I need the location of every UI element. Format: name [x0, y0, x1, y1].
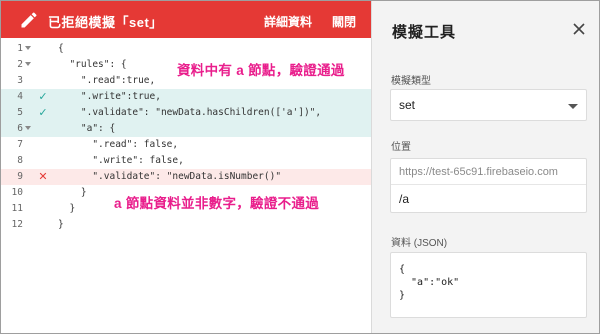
data-json-value: { "a":"ok" }: [399, 264, 460, 301]
simulation-result-bar: 已拒絕模擬「set」 詳細資料 關閉: [1, 1, 371, 38]
line-number: 5: [17, 107, 23, 118]
line-number: 11: [11, 203, 23, 214]
code-text: }: [58, 219, 64, 230]
line-number: 6: [17, 123, 23, 134]
fold-toggle-icon[interactable]: [25, 126, 31, 130]
pencil-icon: [21, 12, 37, 28]
line-number: 9: [17, 171, 23, 182]
code-text: }: [58, 187, 87, 198]
close-result-button[interactable]: 關閉: [332, 13, 356, 30]
simulation-status-title: 已拒絕模擬「set」: [48, 15, 163, 30]
code-text: }: [58, 203, 76, 214]
chevron-down-icon: [568, 104, 578, 109]
line-number: 1: [17, 43, 23, 54]
location-url-prefix: https://test-65c91.firebaseio.com: [399, 166, 558, 178]
code-line: 7 ".read": false,: [1, 137, 371, 153]
cross-icon: ✕: [38, 171, 48, 183]
divider: [391, 184, 586, 185]
code-line-passed: 6 "a": {: [1, 121, 371, 137]
app-frame: 已拒絕模擬「set」 詳細資料 關閉 1 { 2 "rules": { 3 ".…: [0, 0, 600, 334]
fold-toggle-icon[interactable]: [25, 46, 31, 50]
fail-annotation: a 節點資料並非數字，驗證不通過: [114, 196, 320, 211]
data-json-editor[interactable]: { "a":"ok" }: [390, 252, 587, 318]
line-number: 12: [11, 219, 23, 230]
data-json-label: 資料 (JSON): [391, 238, 448, 249]
code-text: ".read":true,: [58, 75, 156, 86]
line-number: 3: [17, 75, 23, 86]
code-text: ".validate": "newData.hasChildren(['a'])…: [58, 107, 322, 118]
simulation-type-value: set: [399, 98, 416, 112]
location-path-value: /a: [399, 192, 410, 206]
location-field[interactable]: https://test-65c91.firebaseio.com /a: [390, 158, 587, 213]
code-text: "rules": {: [58, 59, 127, 70]
pass-annotation: 資料中有 a 節點，驗證通過: [177, 63, 345, 78]
check-icon: ✓: [38, 107, 48, 119]
location-label: 位置: [391, 142, 411, 153]
simulation-type-label: 模擬類型: [391, 76, 431, 87]
code-line-passed: 4 ✓ ".write":true,: [1, 89, 371, 105]
code-line: 8 ".write": false,: [1, 153, 371, 169]
code-text: "a": {: [58, 123, 116, 134]
line-number: 2: [17, 59, 23, 70]
line-number: 8: [17, 155, 23, 166]
simulator-panel: 模擬工具 模擬類型 set 位置 https://test-65c91.fire…: [371, 1, 599, 333]
line-number: 4: [17, 91, 23, 102]
code-line-failed: 9 ✕ ".validate": "newData.isNumber()": [1, 169, 371, 185]
rules-editor-panel: 已拒絕模擬「set」 詳細資料 關閉 1 { 2 "rules": { 3 ".…: [1, 1, 371, 333]
code-editor[interactable]: 1 { 2 "rules": { 3 ".read":true, 4 ✓ ".w…: [1, 38, 371, 333]
check-icon: ✓: [38, 91, 48, 103]
details-button[interactable]: 詳細資料: [264, 13, 312, 30]
code-text: ".write":true,: [58, 91, 161, 102]
code-line-passed: 5 ✓ ".validate": "newData.hasChildren(['…: [1, 105, 371, 121]
line-number: 7: [17, 139, 23, 150]
close-icon[interactable]: [571, 21, 587, 37]
code-text: {: [58, 43, 64, 54]
code-line: 1 {: [1, 41, 371, 57]
code-text: ".read": false,: [58, 139, 179, 150]
code-line: 12 }: [1, 217, 371, 233]
simulation-type-select[interactable]: set: [390, 89, 587, 121]
fold-toggle-icon[interactable]: [25, 62, 31, 66]
code-text: ".write": false,: [58, 155, 184, 166]
simulator-title: 模擬工具: [392, 24, 457, 41]
line-number: 10: [11, 187, 23, 198]
code-text: ".validate": "newData.isNumber()": [58, 171, 282, 182]
